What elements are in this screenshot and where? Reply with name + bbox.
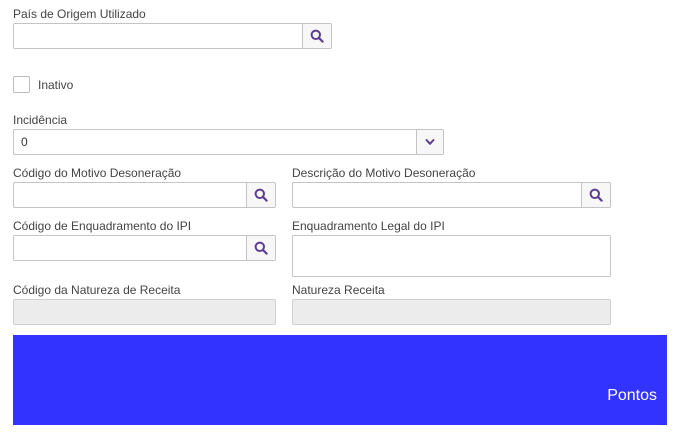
codigo-motivo-desoneracao-search-button[interactable] — [246, 183, 275, 207]
pontos-banner-text: Pontos — [607, 387, 657, 404]
codigo-motivo-desoneracao-label: Código do Motivo Desoneração — [13, 166, 182, 180]
pontos-banner: Pontos — [13, 335, 667, 425]
codigo-natureza-receita-value — [14, 300, 275, 324]
search-icon — [589, 188, 603, 202]
pais-origem-search-button[interactable] — [302, 24, 331, 48]
inativo-checkbox[interactable] — [13, 76, 30, 93]
incidencia-select[interactable]: 0 — [13, 129, 444, 155]
inativo-label: Inativo — [38, 78, 74, 92]
natureza-receita-label: Natureza Receita — [292, 283, 385, 297]
enquadramento-legal-ipi-textarea[interactable] — [292, 235, 611, 277]
enquadramento-legal-ipi-value — [293, 236, 610, 276]
codigo-enquadramento-ipi-input[interactable] — [14, 236, 246, 260]
descricao-motivo-desoneracao-input[interactable] — [293, 183, 581, 207]
codigo-enquadramento-ipi-search-button[interactable] — [246, 236, 275, 260]
pais-origem-input[interactable] — [14, 24, 302, 48]
codigo-motivo-desoneracao-lookup — [13, 182, 276, 208]
natureza-receita-value — [293, 300, 610, 324]
descricao-motivo-desoneracao-search-button[interactable] — [581, 183, 610, 207]
natureza-receita-field — [292, 299, 611, 325]
incidencia-label: Incidência — [13, 113, 68, 127]
search-icon — [254, 188, 268, 202]
search-icon — [310, 29, 324, 43]
codigo-enquadramento-ipi-lookup — [13, 235, 276, 261]
descricao-motivo-desoneracao-label: Descrição do Motivo Desoneração — [292, 166, 476, 180]
search-icon — [254, 241, 268, 255]
codigo-natureza-receita-field — [13, 299, 276, 325]
incidencia-dropdown-button[interactable] — [416, 130, 443, 154]
incidencia-selected-value: 0 — [21, 135, 28, 149]
pais-origem-lookup — [13, 23, 332, 49]
chevron-down-icon — [425, 139, 435, 145]
codigo-enquadramento-ipi-label: Código de Enquadramento do IPI — [13, 219, 192, 233]
descricao-motivo-desoneracao-lookup — [292, 182, 611, 208]
codigo-natureza-receita-label: Código da Natureza de Receita — [13, 283, 181, 297]
pais-origem-label: País de Origem Utilizado — [13, 7, 146, 21]
enquadramento-legal-ipi-label: Enquadramento Legal do IPI — [292, 219, 445, 233]
codigo-motivo-desoneracao-input[interactable] — [14, 183, 246, 207]
